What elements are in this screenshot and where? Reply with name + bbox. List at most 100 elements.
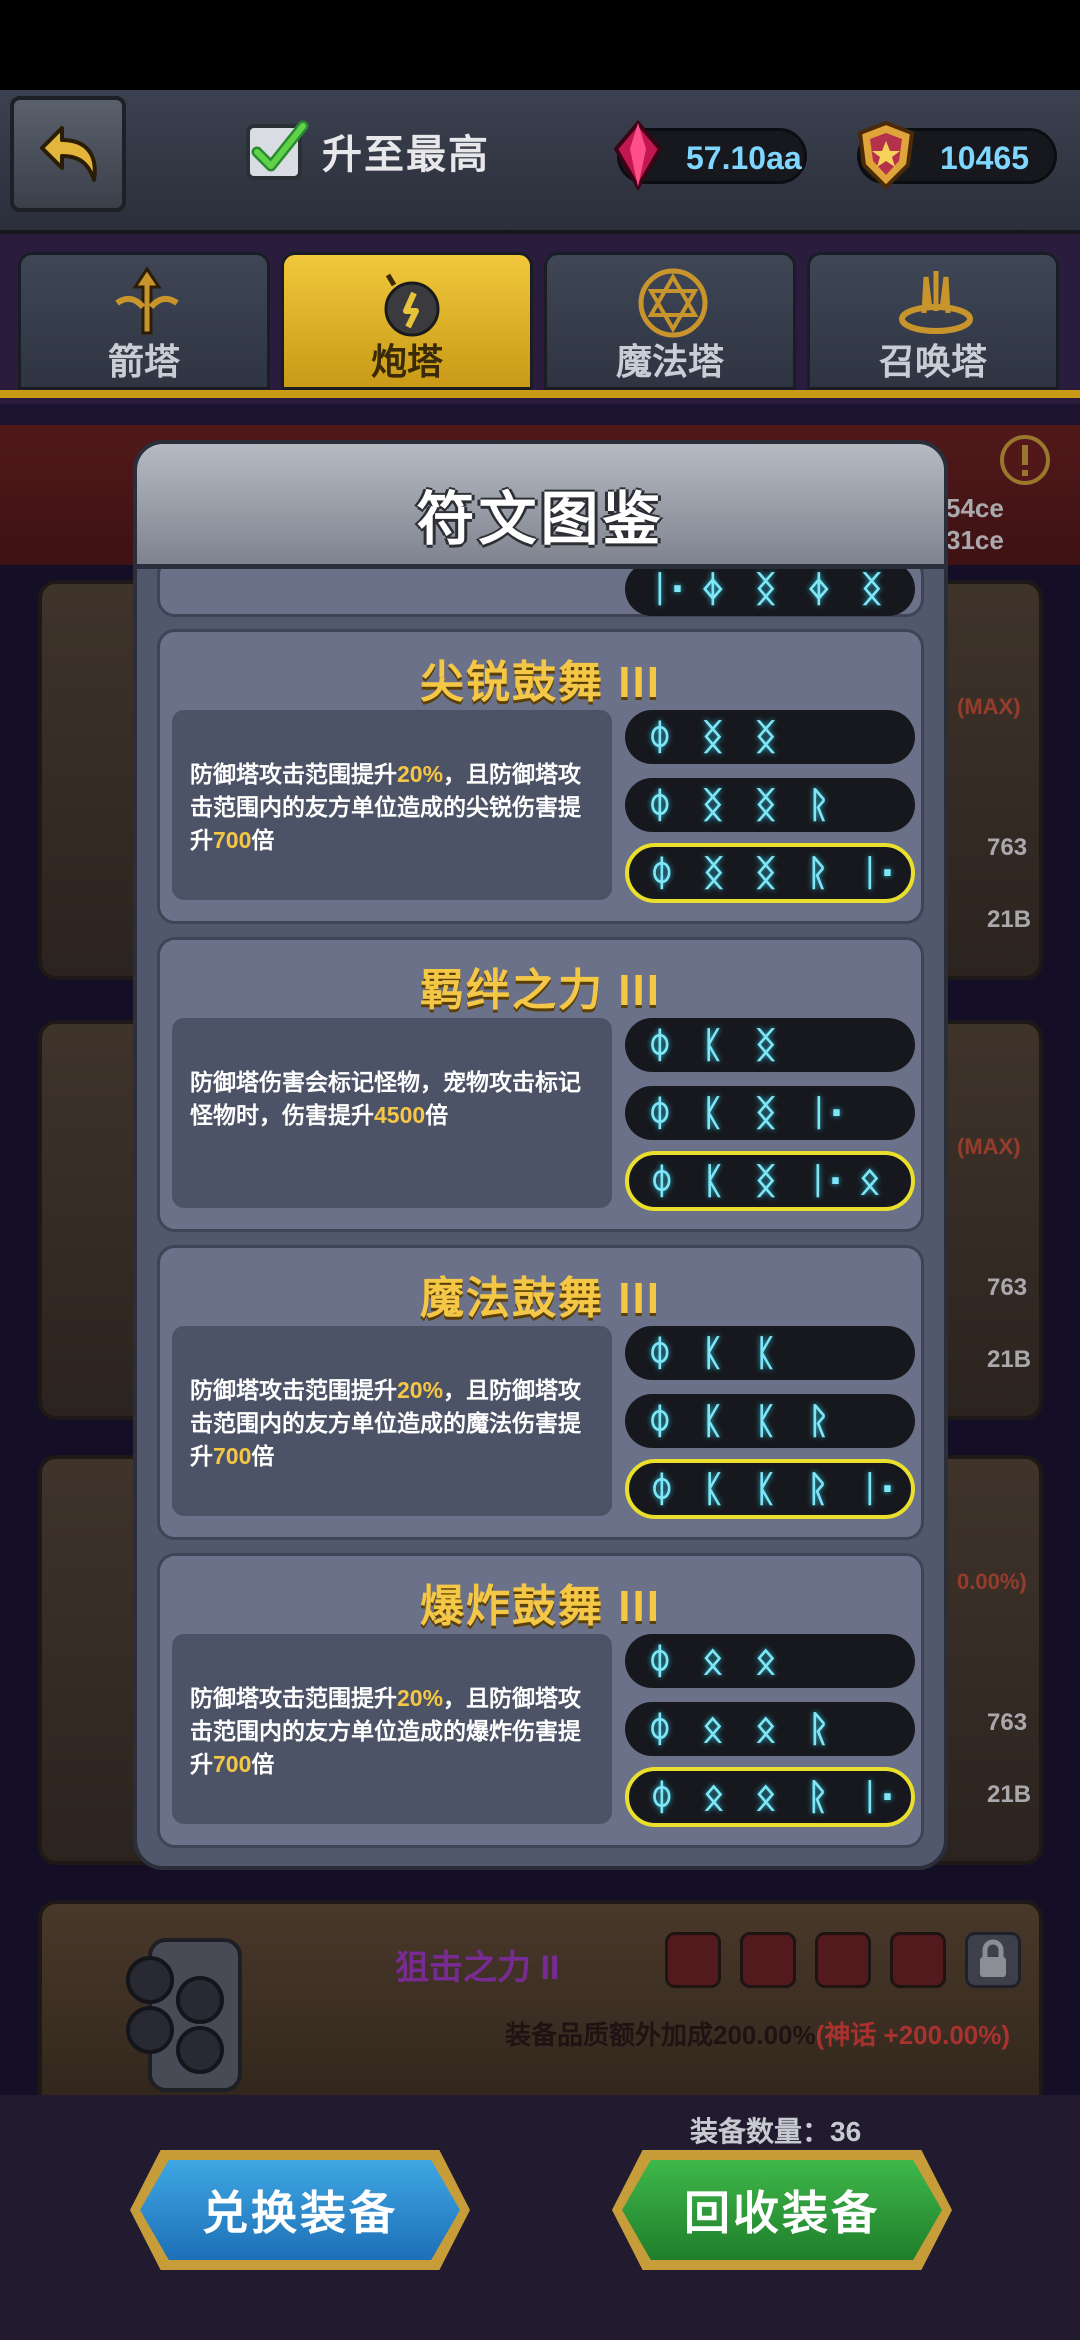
rune-glyph: ᛕ <box>703 1468 725 1510</box>
rune-glyph: ᛝ <box>755 1160 777 1202</box>
rune-glyph: ᛰ <box>651 1160 673 1202</box>
rune-card: 羁绊之力 III 防御塔伤害会标记怪物，宠物攻击标记怪物时，伤害提升4500倍 ᛰ ᛕ… <box>157 937 924 1232</box>
tab-cannon-tower[interactable]: 炮塔 <box>281 252 533 390</box>
tab-underline <box>0 390 1080 398</box>
rune-combo[interactable]: ᛰᛟᛟᚱ <box>625 1702 915 1756</box>
rune-list[interactable]: ᛁ· ᛄ ᛝ ᛄ ᛝ 尖锐鼓舞 III 防御塔攻击范围提升20%，且防御塔攻击范围… <box>137 569 944 1866</box>
rune-card: 尖锐鼓舞 III 防御塔攻击范围提升20%，且防御塔攻击范围内的友方单位造成的尖锐… <box>157 629 924 924</box>
rune-description-part: 防御塔攻击范围提升 <box>190 1685 397 1711</box>
rune-description-part: 700 <box>213 827 252 853</box>
rune-description: 防御塔攻击范围提升20%，且防御塔攻击范围内的友方单位造成的魔法伤害提升700倍 <box>172 1326 612 1516</box>
rune-glyph: ᛝ <box>861 569 883 610</box>
bomb-icon <box>384 273 440 337</box>
rune-glyph: ᛝ <box>755 716 777 758</box>
rune-combo[interactable]: ᛰᛕᛝ <box>625 1018 915 1072</box>
rune-glyph: ᛕ <box>755 1332 777 1374</box>
rune-glyph: ᛰ <box>649 784 671 826</box>
rune-glyph: ᛕ <box>702 1400 724 1442</box>
rune-card: 爆炸鼓舞 III 防御塔攻击范围提升20%，且防御塔攻击范围内的友方单位造成的爆炸… <box>157 1553 924 1848</box>
rune-title: 尖锐鼓舞 III <box>420 658 661 707</box>
hexagram-icon <box>638 268 708 338</box>
rune-description-part: 4500 <box>374 1102 426 1128</box>
rune-combo[interactable]: ᛰᛝᛝᚱ <box>625 778 915 832</box>
recycle-equipment-button[interactable]: 回收装备 <box>612 2150 952 2270</box>
rune-glyph: ᛁ· <box>808 1092 844 1134</box>
gem-counter: 57.10aa <box>613 119 807 191</box>
tab-label: 箭塔 <box>107 341 180 382</box>
rune-description: 防御塔攻击范围提升20%，且防御塔攻击范围内的友方单位造成的爆炸伤害提升700倍 <box>172 1634 612 1824</box>
rune-glyph: ᛁ· <box>859 1468 895 1510</box>
checkbox-max[interactable] <box>245 118 311 184</box>
undo-arrow-icon <box>40 126 97 182</box>
rune-title: 羁绊之力 III <box>420 966 661 1015</box>
rune-glyph: ᛄ <box>808 569 830 610</box>
rune-glyph: ᛟ <box>859 1160 881 1202</box>
rune-combo[interactable]: ᛰᛟᛟ <box>625 1634 915 1688</box>
rune-glyph: ᚱ <box>807 1468 829 1510</box>
rune-card-partial: ᛁ· ᛄ ᛝ ᛄ ᛝ <box>157 569 924 617</box>
rune-glyph: ᛕ <box>755 1468 777 1510</box>
rune-combo[interactable]: ᛰ ᛕ ᛝ ᛁ· <box>625 1086 915 1140</box>
rune-glyph: ᛰ <box>649 1332 671 1374</box>
rune-description-part: 倍 <box>251 827 275 853</box>
rune-glyph: ᛰ <box>649 716 671 758</box>
rune-combo-best[interactable]: ᛰ ᛟ ᛟ ᚱ ᛁ· <box>625 1767 915 1827</box>
status-bar <box>0 0 1080 90</box>
rune-glyph: ᛄ <box>702 569 724 610</box>
back-button[interactable] <box>10 96 126 212</box>
rune-glyph: ᛕ <box>702 1024 724 1066</box>
rune-combo-best[interactable]: ᛰ ᛕ ᛕ ᚱ ᛁ· <box>625 1459 915 1519</box>
tab-label: 召唤塔 <box>878 341 987 382</box>
max-level-label[interactable]: 升至最高 <box>322 122 490 180</box>
recycle-label: 回收装备 <box>622 2160 942 2260</box>
rune-glyph: ᚱ <box>807 852 829 894</box>
rune-combo-partial: ᛁ· ᛄ ᛝ ᛄ ᛝ <box>625 569 915 616</box>
rune-description-part: 倍 <box>251 1443 275 1469</box>
rune-description-part: 倍 <box>251 1751 275 1777</box>
rune-glyph: ᛝ <box>755 784 777 826</box>
tab-arrow-tower[interactable]: 箭塔 <box>18 252 270 390</box>
rune-glyph: ᛝ <box>755 1024 777 1066</box>
gem-value: 57.10aa <box>686 140 802 176</box>
rune-combo-best[interactable]: ᛰ ᛝ ᛝ ᚱ ᛁ· <box>625 843 915 903</box>
shield-badge-icon <box>857 120 915 190</box>
checkmark-icon <box>246 120 309 180</box>
rune-description: 防御塔伤害会标记怪物，宠物攻击标记怪物时，伤害提升4500倍 <box>172 1018 612 1208</box>
rune-glyph: ᛟ <box>755 1640 777 1682</box>
rune-glyph: ᛟ <box>702 1708 724 1750</box>
rune-glyph: ᛝ <box>755 1092 777 1134</box>
rune-glyph: ᛕ <box>702 1092 724 1134</box>
equipment-count: 装备数量：36 <box>690 2116 862 2147</box>
tab-summon-tower[interactable]: 召唤塔 <box>807 252 1059 390</box>
tab-magic-tower[interactable]: 魔法塔 <box>544 252 796 390</box>
rune-glyph: ᚱ <box>807 1776 829 1818</box>
rune-glyph: ᛟ <box>703 1776 725 1818</box>
rune-description: 防御塔攻击范围提升20%，且防御塔攻击范围内的友方单位造成的尖锐伤害提升700倍 <box>172 710 612 900</box>
rune-glyph: ᛟ <box>702 1640 724 1682</box>
modal-title: 符文图鉴 <box>416 487 665 552</box>
rune-combo-best[interactable]: ᛰ ᛕ ᛝ ᛁ· ᛟ <box>625 1151 915 1211</box>
rune-description-part: 20% <box>397 761 444 787</box>
rune-glyph: ᛟ <box>755 1708 777 1750</box>
shield-currency-counter: 10465 <box>857 120 1057 190</box>
tab-label: 魔法塔 <box>615 341 724 382</box>
rune-glyph: ᛝ <box>702 784 724 826</box>
rune-combo[interactable]: ᛰᛕᛕ <box>625 1326 915 1380</box>
rune-glyph: ᛁ· <box>807 1160 843 1202</box>
rune-combo[interactable]: ᛰᛝᛝ <box>625 710 915 764</box>
rune-codex-modal: 符文图鉴 ᛁ· ᛄ ᛝ ᛄ ᛝ 尖锐鼓舞 III 防御塔攻击范围提升20%，且防御… <box>133 440 948 1870</box>
rune-description-part: 700 <box>213 1751 252 1777</box>
rune-description-part: 防御塔攻击范围提升 <box>190 1377 397 1403</box>
rune-glyph: ᛝ <box>702 716 724 758</box>
rune-description-part: 倍 <box>425 1102 449 1128</box>
modal-header: 符文图鉴 <box>137 444 944 569</box>
rune-combo[interactable]: ᛰᛕᛕᚱ <box>625 1394 915 1448</box>
exchange-label: 兑换装备 <box>140 2160 460 2260</box>
rune-glyph: ᛰ <box>649 1400 671 1442</box>
rune-glyph: ᚱ <box>808 784 830 826</box>
arrow-tower-icon <box>115 266 179 335</box>
rune-title: 魔法鼓舞 III <box>420 1274 661 1323</box>
shield-currency-value: 10465 <box>940 140 1029 176</box>
rune-title: 爆炸鼓舞 III <box>420 1582 661 1631</box>
exchange-equipment-button[interactable]: 兑换装备 <box>130 2150 470 2270</box>
